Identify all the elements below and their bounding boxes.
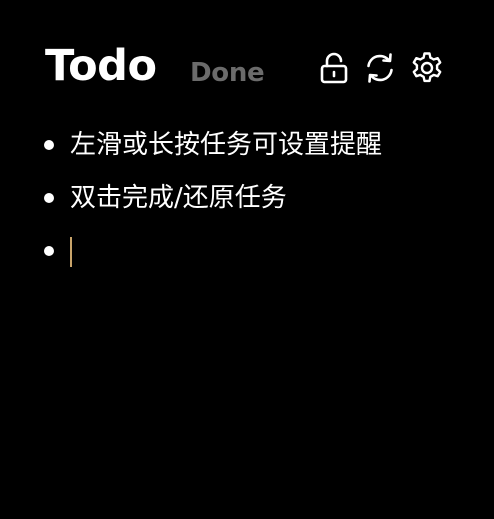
bullet (44, 245, 54, 256)
refresh-icon (367, 53, 393, 83)
todo-widget: { "header": { "tabs": { "todo_label": "T… (0, 0, 494, 519)
tab-todo[interactable]: Todo (45, 40, 157, 92)
settings-button[interactable] (409, 50, 445, 86)
refresh-button[interactable] (362, 50, 398, 86)
task-item[interactable]: 左滑或长按任务可设置提醒 (40, 118, 460, 171)
task-text: 左滑或长按任务可设置提醒 (70, 129, 383, 160)
bullet (44, 139, 54, 150)
new-task-row (40, 224, 460, 277)
task-list: 左滑或长按任务可设置提醒 双击完成/还原任务 (40, 118, 460, 277)
tab-done[interactable]: Done (190, 57, 265, 89)
lock-icon (320, 52, 348, 84)
task-text: 双击完成/还原任务 (70, 182, 287, 213)
bullet (44, 192, 54, 203)
header: Todo Done (45, 40, 455, 92)
text-caret (70, 236, 72, 267)
new-task-input[interactable] (70, 233, 370, 269)
gear-icon (412, 52, 442, 83)
task-item[interactable]: 双击完成/还原任务 (40, 171, 460, 224)
lock-button[interactable] (316, 50, 352, 86)
